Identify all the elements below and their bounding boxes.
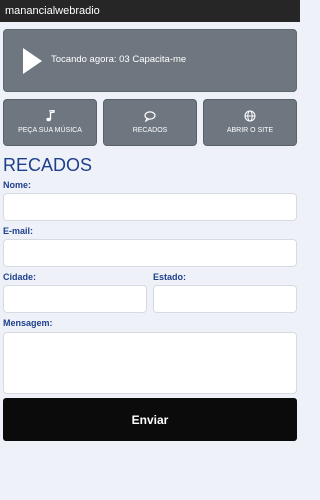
- email-field[interactable]: [3, 239, 297, 267]
- page-title: RECADOS: [3, 155, 93, 175]
- message-label: Mensagem:: [3, 318, 53, 328]
- messages-button[interactable]: RECADOS: [103, 99, 197, 146]
- globe-icon: [204, 109, 296, 123]
- chat-bubble-icon: [104, 109, 196, 123]
- state-field[interactable]: [153, 285, 297, 313]
- app-title: manancialwebradio: [5, 5, 100, 17]
- music-note-icon: [4, 109, 96, 123]
- message-textarea[interactable]: [3, 332, 297, 394]
- request-song-label: PEÇA SUA MÚSICA: [18, 127, 82, 134]
- city-label: Cidade:: [3, 272, 37, 282]
- open-site-label: ABRIR O SITE: [226, 127, 274, 134]
- request-song-button[interactable]: PEÇA SUA MÚSICA: [3, 99, 97, 146]
- send-button-label: Enviar: [131, 412, 169, 427]
- messages-label: RECADOS: [132, 127, 168, 134]
- app-title-bar: manancialwebradio: [0, 0, 300, 22]
- now-playing-panel: Tocando agora: 03 Capacita-me: [3, 29, 297, 92]
- name-field[interactable]: [3, 193, 297, 221]
- now-playing-text: Tocando agora: 03 Capacita-me: [51, 54, 187, 65]
- send-button[interactable]: Enviar: [3, 398, 297, 441]
- open-site-button[interactable]: ABRIR O SITE: [203, 99, 297, 146]
- state-label: Estado:: [153, 272, 187, 282]
- email-label: E-mail:: [3, 226, 34, 236]
- name-label: Nome:: [3, 180, 32, 190]
- city-field[interactable]: [3, 285, 147, 313]
- play-icon[interactable]: [23, 48, 42, 74]
